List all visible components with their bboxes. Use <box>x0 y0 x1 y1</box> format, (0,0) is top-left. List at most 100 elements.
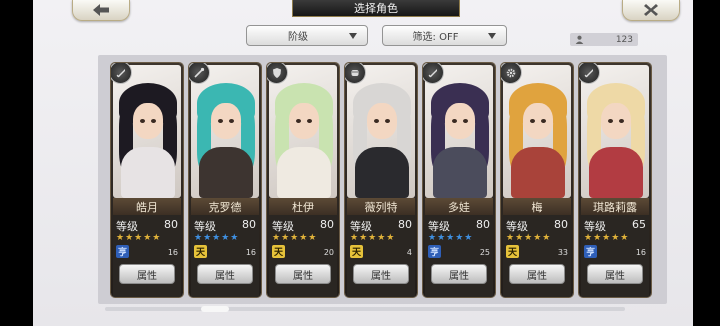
attributes-button[interactable]: 属性 <box>275 264 331 284</box>
screen: 选择角色 阶级 筛选: OFF 123 皓月 等级 80 ★★★★★ 亨 16 … <box>0 0 720 326</box>
staff-icon <box>193 67 204 78</box>
portrait-face <box>133 103 163 139</box>
portrait-eye <box>608 119 613 123</box>
character-card[interactable]: 克罗德 等级 80 ★★★★★ 天 16 属性 <box>189 63 261 297</box>
portrait-face <box>211 103 241 139</box>
character-card[interactable]: 杜伊 等级 80 ★★★★★ 天 20 属性 <box>267 63 339 297</box>
chevron-down-icon <box>349 32 357 39</box>
level-value: 80 <box>398 218 412 231</box>
character-card[interactable]: 皓月 等级 80 ★★★★★ 亨 16 属性 <box>111 63 183 297</box>
rank-count: 20 <box>323 248 334 257</box>
character-portrait <box>503 65 571 198</box>
character-card[interactable]: 梅 等级 80 ★★★★★ 天 33 属性 <box>501 63 573 297</box>
star-rating: ★★★★★ <box>350 233 396 243</box>
rank-row: 天 4 <box>350 245 412 259</box>
character-select-frame: 选择角色 阶级 筛选: OFF 123 皓月 等级 80 ★★★★★ 亨 16 … <box>33 0 693 326</box>
level-label: 等级 <box>350 220 372 233</box>
portrait-eye <box>296 119 301 123</box>
character-info: 等级 80 ★★★★★ 天 16 属性 <box>191 215 259 297</box>
level-label: 等级 <box>116 220 138 233</box>
attributes-button[interactable]: 属性 <box>353 264 409 284</box>
back-arrow-icon <box>93 4 109 16</box>
level-value: 80 <box>320 218 334 231</box>
portrait-outfit <box>589 147 643 198</box>
attributes-button[interactable]: 属性 <box>119 264 175 284</box>
character-name: 克罗德 <box>191 198 259 215</box>
character-card[interactable]: 薇列特 等级 80 ★★★★★ 天 4 属性 <box>345 63 417 297</box>
rank-count: 16 <box>245 248 256 257</box>
portrait-eye <box>140 119 145 123</box>
character-name: 薇列特 <box>347 198 415 215</box>
counter-value: 123 <box>615 34 633 45</box>
attributes-button[interactable]: 属性 <box>431 264 487 284</box>
character-portrait <box>425 65 493 198</box>
star-rating: ★★★★★ <box>194 233 240 243</box>
sword-icon <box>116 68 125 77</box>
gear-icon <box>506 68 515 77</box>
rank-count: 33 <box>557 248 568 257</box>
portrait-face <box>445 103 475 139</box>
character-portrait <box>191 65 259 198</box>
attributes-button[interactable]: 属性 <box>587 264 643 284</box>
sort-dropdown[interactable]: 阶级 <box>246 25 368 46</box>
portrait-outfit <box>511 147 565 198</box>
portrait-face <box>367 103 397 139</box>
rank-icon: 亨 <box>584 245 597 258</box>
sword-icon <box>428 68 437 77</box>
shield-icon <box>272 67 281 78</box>
star-rating: ★★★★★ <box>116 233 162 243</box>
portrait-eye <box>151 119 156 123</box>
filter-dropdown[interactable]: 筛选: OFF <box>382 25 507 46</box>
portrait-outfit <box>199 147 253 198</box>
level-label: 等级 <box>272 220 294 233</box>
rank-row: 亨 16 <box>584 245 646 259</box>
portrait-outfit <box>355 147 409 198</box>
scroll-thumb[interactable] <box>201 306 229 312</box>
star-rating: ★★★★★ <box>272 233 318 243</box>
attributes-button[interactable]: 属性 <box>197 264 253 284</box>
rank-row: 天 16 <box>194 245 256 259</box>
rank-count: 4 <box>406 248 412 257</box>
portrait-outfit <box>433 147 487 198</box>
portrait-eye <box>619 119 624 123</box>
portrait-eye <box>374 119 379 123</box>
attributes-button[interactable]: 属性 <box>509 264 565 284</box>
horizontal-scrollbar[interactable] <box>105 306 625 312</box>
portrait-eye <box>541 119 546 123</box>
portrait-eye <box>452 119 457 123</box>
close-button[interactable] <box>622 0 680 21</box>
level-row: 等级 80 <box>194 218 256 233</box>
star-rating: ★★★★★ <box>428 233 474 243</box>
rank-row: 亨 25 <box>428 245 490 259</box>
character-card[interactable]: 琪路莉露 等级 65 ★★★★★ 亨 16 属性 <box>579 63 651 297</box>
character-info: 等级 65 ★★★★★ 亨 16 属性 <box>581 215 649 297</box>
character-portrait <box>347 65 415 198</box>
level-row: 等级 80 <box>506 218 568 233</box>
character-portrait <box>113 65 181 198</box>
rank-icon: 天 <box>506 245 519 258</box>
portrait-face <box>289 103 319 139</box>
level-label: 等级 <box>584 220 606 233</box>
rank-row: 天 20 <box>272 245 334 259</box>
level-value: 80 <box>476 218 490 231</box>
level-row: 等级 80 <box>428 218 490 233</box>
page-title: 选择角色 <box>292 0 460 17</box>
portrait-eye <box>307 119 312 123</box>
rank-icon: 天 <box>272 245 285 258</box>
level-row: 等级 80 <box>116 218 178 233</box>
character-card[interactable]: 多娃 等级 80 ★★★★★ 亨 25 属性 <box>423 63 495 297</box>
character-info: 等级 80 ★★★★★ 天 20 属性 <box>269 215 337 297</box>
rank-count: 25 <box>479 248 490 257</box>
level-label: 等级 <box>428 220 450 233</box>
rank-count: 16 <box>167 248 178 257</box>
rank-count: 16 <box>635 248 646 257</box>
portrait-outfit <box>121 147 175 198</box>
portrait-outfit <box>277 147 331 198</box>
level-value: 80 <box>164 218 178 231</box>
character-list: 皓月 等级 80 ★★★★★ 亨 16 属性 克罗德 等级 80 ★★★★★ 天… <box>98 55 667 304</box>
back-button[interactable] <box>72 0 130 21</box>
level-row: 等级 80 <box>272 218 334 233</box>
sort-dropdown-label: 阶级 <box>288 32 308 43</box>
level-row: 等级 65 <box>584 218 646 233</box>
character-portrait <box>581 65 649 198</box>
